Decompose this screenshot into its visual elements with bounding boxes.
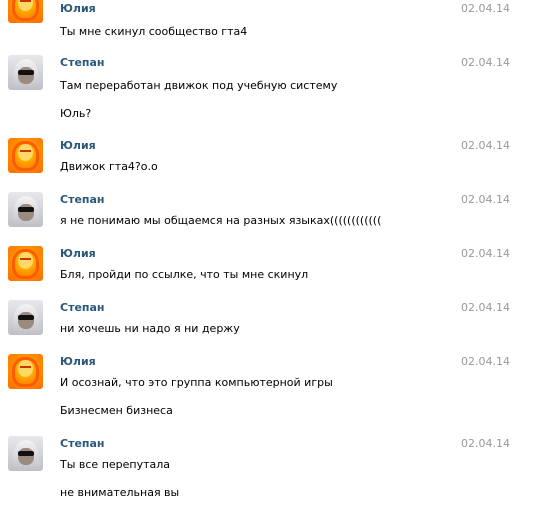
avatar[interactable]	[8, 138, 43, 173]
message-text: И осознай, что это группа компьютерной и…	[60, 376, 333, 389]
avatar[interactable]	[8, 436, 43, 471]
avatar[interactable]	[8, 192, 43, 227]
message-text: Движок гта4?о.о	[60, 160, 158, 173]
message-date[interactable]: 02.04.14	[461, 247, 510, 260]
avatar[interactable]	[8, 246, 43, 281]
message-date[interactable]: 02.04.14	[461, 139, 510, 152]
avatar[interactable]	[8, 55, 43, 90]
message-text: Ты мне скинул сообщество гта4	[60, 25, 248, 38]
message-date[interactable]: 02.04.14	[461, 301, 510, 314]
message-text: я не понимаю мы общаемся на разных языка…	[60, 214, 382, 227]
message-date[interactable]: 02.04.14	[461, 437, 510, 450]
message-date[interactable]: 02.04.14	[461, 56, 510, 69]
message-date[interactable]: 02.04.14	[461, 355, 510, 368]
author-name[interactable]: Юлия	[60, 355, 96, 368]
author-name[interactable]: Юлия	[60, 247, 96, 260]
message-date[interactable]: 02.04.14	[461, 2, 510, 15]
message-text: Юль?	[60, 107, 92, 120]
message-text: Бизнесмен бизнеса	[60, 404, 173, 417]
message-text: не внимательная вы	[60, 486, 180, 499]
message-text: Там переработан движок под учебную систе…	[60, 79, 338, 92]
avatar[interactable]	[8, 0, 43, 23]
message-text: Ты все перепутала	[60, 458, 171, 471]
message-text: Бля, пройди по ссылке, что ты мне скинул	[60, 268, 309, 281]
author-name[interactable]: Юлия	[60, 139, 96, 152]
avatar[interactable]	[8, 300, 43, 335]
author-name[interactable]: Степан	[60, 301, 105, 314]
avatar[interactable]	[8, 354, 43, 389]
author-name[interactable]: Юлия	[60, 2, 96, 15]
author-name[interactable]: Степан	[60, 56, 105, 69]
message-date[interactable]: 02.04.14	[461, 193, 510, 206]
author-name[interactable]: Степан	[60, 193, 105, 206]
message-text: ни хочешь ни надо я ни держу	[60, 322, 240, 335]
author-name[interactable]: Степан	[60, 437, 105, 450]
